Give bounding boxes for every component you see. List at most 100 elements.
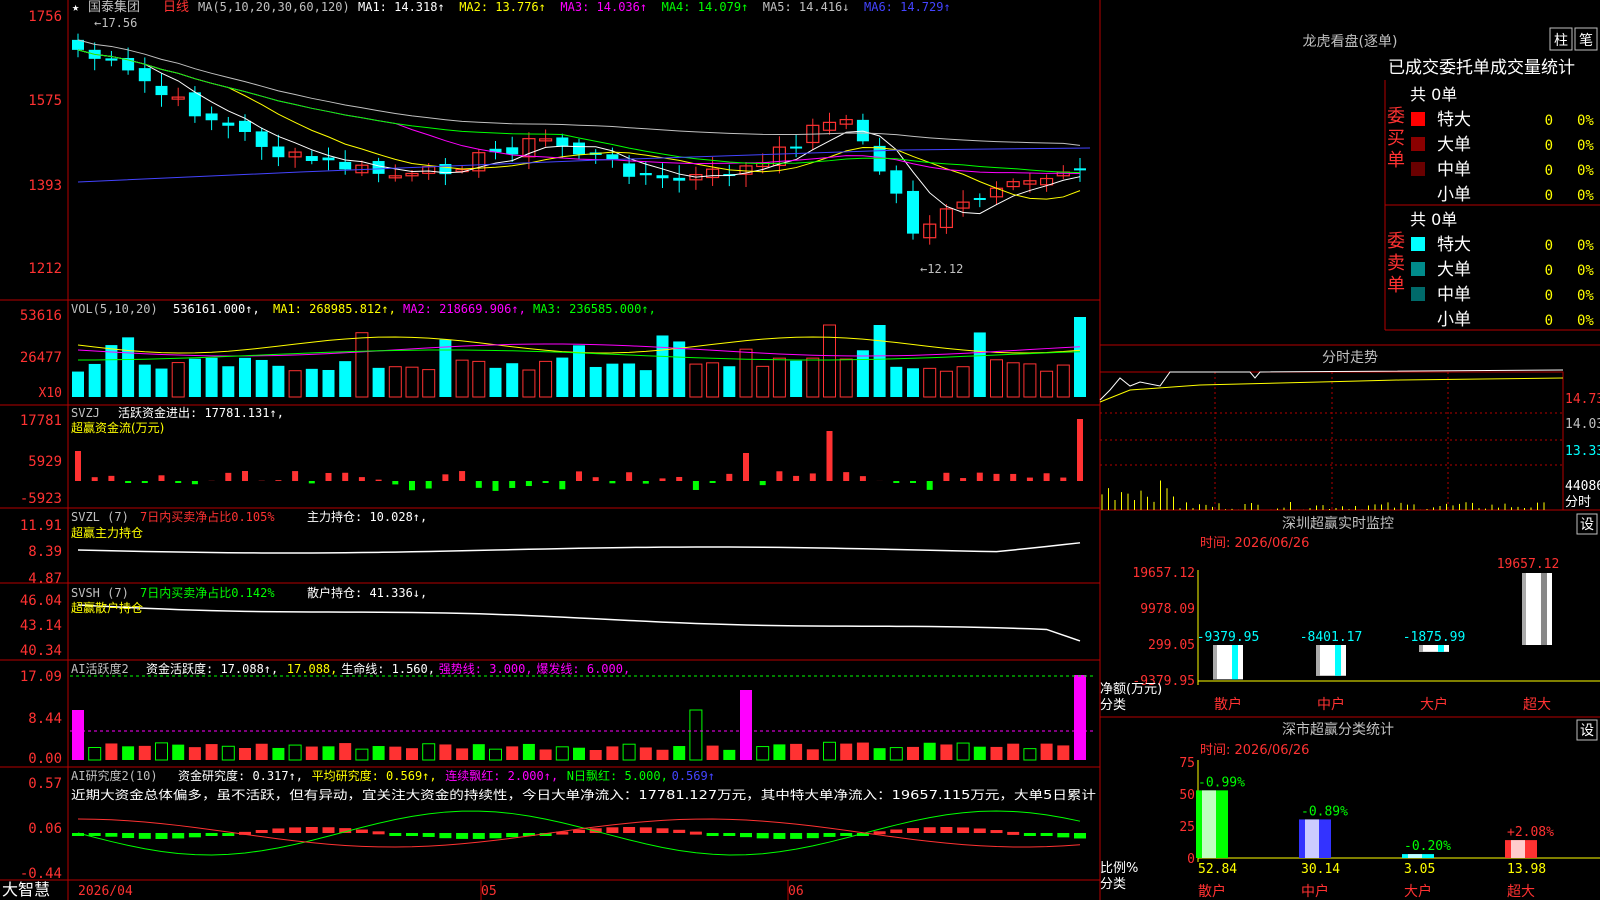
stock-analysis-screen[interactable]: 1756 1575 1393 1212 53616 26477 X10 17781 5929 -5…	[0, 0, 1600, 900]
svzj-bar	[475, 481, 482, 488]
ai-bar	[539, 749, 552, 760]
svzl-ytick: 11.91	[20, 518, 62, 534]
buy-swatch	[1411, 112, 1425, 126]
research-bar	[188, 833, 201, 838]
ai-bar	[72, 710, 84, 760]
price-candles	[72, 33, 1086, 245]
ai2-ytick: 0.06	[28, 821, 62, 837]
monitor-bar-shade	[1522, 573, 1526, 645]
sell-total: 共 0单	[1410, 210, 1457, 229]
ai-activity-bars	[72, 675, 1086, 761]
sell-row-pct: 0%	[1577, 288, 1594, 304]
svzj-bar	[459, 471, 466, 481]
price-high-label: ←17.56	[94, 16, 137, 30]
sell-row-pct: 0%	[1577, 238, 1594, 254]
volume-bar	[839, 358, 853, 398]
volume-bar	[138, 364, 151, 397]
intraday-price-mid: 14.03	[1565, 417, 1600, 432]
sell-row-name: 中单	[1437, 285, 1471, 305]
buy-row-num: 0	[1545, 188, 1553, 204]
svzj-bar	[91, 477, 98, 481]
ai-bar	[1074, 675, 1086, 760]
ma-legend-item-6: MA6: 14.729↑	[864, 0, 951, 14]
ai-bar	[205, 744, 218, 760]
research-bar	[873, 831, 886, 835]
classify-cat: 大户	[1404, 883, 1432, 900]
ma-legend-item-2: MA2: 13.776↑	[459, 0, 546, 14]
ai2-ytick: 0.57	[28, 776, 62, 792]
svsh-ratio: 7日内买卖净占比0.142%	[140, 585, 275, 600]
ai-bar	[456, 748, 469, 760]
candle-body	[856, 119, 869, 142]
tab-pen-label: 笔	[1579, 33, 1593, 49]
ai-bar	[790, 743, 803, 760]
ai-bar	[990, 746, 1003, 760]
classify-xlabel: 分类	[1100, 877, 1126, 892]
ai-bar	[1040, 743, 1053, 760]
buy-side-label: 买	[1387, 128, 1405, 149]
candle-body	[606, 154, 619, 160]
svzj-bar	[191, 481, 198, 485]
candle-body	[222, 122, 235, 126]
monitor-bar-label: -8401.17	[1300, 630, 1363, 645]
ai-bar	[288, 744, 302, 761]
ai-bar	[756, 746, 770, 761]
monitor-bar	[1419, 645, 1449, 652]
svzj-bar	[642, 481, 649, 484]
ai-bar	[673, 746, 686, 760]
ai-bar	[472, 744, 485, 760]
star-icon: ★	[72, 0, 79, 14]
ai-bar	[973, 746, 986, 760]
ma-legend-item-5: MA5: 14.416↓	[763, 0, 850, 14]
volume-bar	[1040, 370, 1054, 398]
volume-bar	[339, 361, 352, 397]
ai-bar	[105, 743, 118, 760]
sell-row-pct: 0%	[1577, 313, 1594, 329]
ai-bar	[555, 746, 569, 761]
intraday-price-line	[1099, 369, 1564, 401]
monitor-bar-label: -9379.95	[1197, 630, 1260, 645]
ai-bar	[305, 746, 318, 760]
svzj-bar	[809, 473, 816, 481]
classify-bar-change: -0.20%	[1404, 839, 1451, 854]
volume-ytick: 26477	[20, 350, 62, 366]
ai1-item-1: 资金活跃度: 17.088↑,	[146, 661, 278, 676]
research-bar	[606, 827, 619, 833]
svzj-bar	[442, 474, 449, 481]
ai-bar	[138, 745, 151, 760]
research-bar	[689, 831, 702, 835]
svzj-label: SVZJ	[71, 406, 100, 420]
svzj-bar	[893, 481, 900, 483]
candle-body	[105, 58, 118, 61]
buy-row-num: 0	[1545, 138, 1553, 154]
svzj-bar	[859, 476, 866, 481]
classify-cat: 中户	[1301, 883, 1329, 900]
candle-body	[623, 163, 636, 177]
volume-bar	[806, 357, 820, 398]
ai1-ytick: 8.44	[28, 711, 62, 727]
svzj-bar	[709, 481, 716, 483]
volume-bar	[856, 350, 869, 397]
research-bar	[806, 833, 819, 839]
research-bar	[88, 833, 101, 836]
ai-bar	[706, 745, 719, 760]
price-ytick: 1575	[28, 93, 62, 109]
volume-bar	[105, 345, 118, 397]
ai-bar	[372, 746, 385, 760]
vol-legend-item-1: MA1: 268985.812↑,	[273, 302, 396, 316]
classify-bar-shine	[1408, 854, 1422, 858]
volume-bar	[405, 366, 419, 398]
classify-cat: 超大	[1507, 884, 1535, 900]
research-bar	[255, 829, 268, 833]
svzj-bar	[225, 472, 232, 481]
classify-bar-value: 52.84	[1198, 862, 1237, 877]
svzj-bar	[342, 472, 349, 481]
volume-bar	[171, 362, 185, 398]
svzj-bar	[158, 475, 165, 481]
research-bar	[105, 833, 118, 837]
ai-bar	[355, 748, 369, 761]
ai-bar	[522, 743, 535, 760]
ai1-item-5: 爆发线: 6.000,	[536, 661, 630, 676]
research-bar	[422, 833, 435, 837]
svzj-bar	[960, 478, 967, 481]
